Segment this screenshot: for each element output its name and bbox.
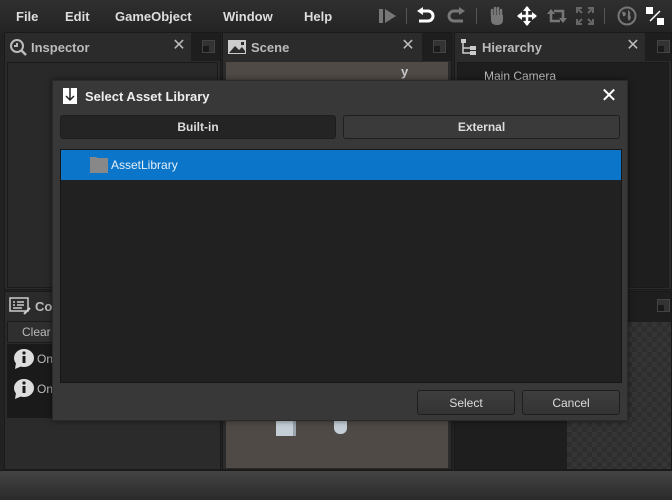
close-icon[interactable]: ✕ <box>400 38 416 54</box>
hand-icon[interactable] <box>487 6 507 26</box>
close-icon[interactable]: ✕ <box>171 38 187 54</box>
message-text: On <box>37 382 54 396</box>
capsule-object[interactable] <box>334 420 347 434</box>
tab-bar: Inspector ✕ <box>5 33 220 61</box>
tab-built-in[interactable]: Built-in <box>60 115 336 139</box>
tab-scene[interactable]: Scene ✕ <box>223 33 422 61</box>
menu-window[interactable]: Window <box>223 9 273 24</box>
select-asset-library-dialog: Select Asset Library ✕ Built-in External… <box>52 80 628 421</box>
maximize-icon[interactable] <box>657 299 670 312</box>
select-button[interactable]: Select <box>417 390 515 415</box>
download-icon <box>62 87 78 105</box>
tab-label: Inspector <box>31 39 90 55</box>
close-icon[interactable]: ✕ <box>599 86 619 106</box>
list-item[interactable]: AssetLibrary <box>61 150 621 180</box>
toolbar-separator <box>604 8 605 24</box>
tab-label: Scene <box>251 39 290 55</box>
tab-inspector[interactable]: Inspector ✕ <box>5 33 191 61</box>
toolbar-separator <box>406 8 407 24</box>
globe-icon[interactable] <box>617 6 637 26</box>
hierarchy-icon <box>460 38 478 56</box>
tab-label: Hierarchy <box>482 39 542 55</box>
tab-hierarchy[interactable]: Hierarchy ✕ <box>455 33 645 61</box>
list-item-label: AssetLibrary <box>111 158 178 172</box>
cancel-button[interactable]: Cancel <box>522 390 620 415</box>
close-icon[interactable]: ✕ <box>625 38 641 54</box>
tab-external[interactable]: External <box>343 115 620 139</box>
menu-gameobject[interactable]: GameObject <box>115 9 192 24</box>
clear-button[interactable]: Clear <box>22 325 51 339</box>
console-message[interactable]: On <box>13 378 53 400</box>
step-icon[interactable] <box>378 6 398 26</box>
tab-bar: Scene ✕ <box>223 33 451 61</box>
maximize-icon[interactable] <box>657 40 670 53</box>
info-icon <box>14 349 34 369</box>
pivot-icon[interactable] <box>645 6 665 26</box>
undo-icon[interactable] <box>416 6 436 26</box>
scale-icon[interactable] <box>575 6 595 26</box>
rotate-icon[interactable] <box>547 6 567 26</box>
asset-library-list: AssetLibrary <box>60 149 622 383</box>
menu-help[interactable]: Help <box>304 9 332 24</box>
move-icon[interactable] <box>517 6 537 26</box>
menu-edit[interactable]: Edit <box>65 9 90 24</box>
redo-icon[interactable] <box>446 6 466 26</box>
message-text: On <box>37 352 54 366</box>
status-bar <box>0 470 672 500</box>
menu-file[interactable]: File <box>16 9 38 24</box>
maximize-icon[interactable] <box>433 40 446 53</box>
console-message[interactable]: On <box>13 348 53 370</box>
menu-bar: File Edit GameObject Window Help <box>0 0 672 32</box>
inspector-icon <box>9 38 27 56</box>
folder-icon <box>90 157 108 173</box>
toolbar-separator <box>476 8 477 24</box>
console-icon <box>9 297 31 315</box>
axis-label-y: y <box>401 64 409 79</box>
image-icon <box>227 39 247 55</box>
maximize-icon[interactable] <box>202 40 215 53</box>
tab-bar: Hierarchy ✕ <box>455 33 671 61</box>
info-icon <box>14 379 34 399</box>
dialog-title: Select Asset Library <box>85 89 210 104</box>
cube-object[interactable] <box>276 420 296 436</box>
